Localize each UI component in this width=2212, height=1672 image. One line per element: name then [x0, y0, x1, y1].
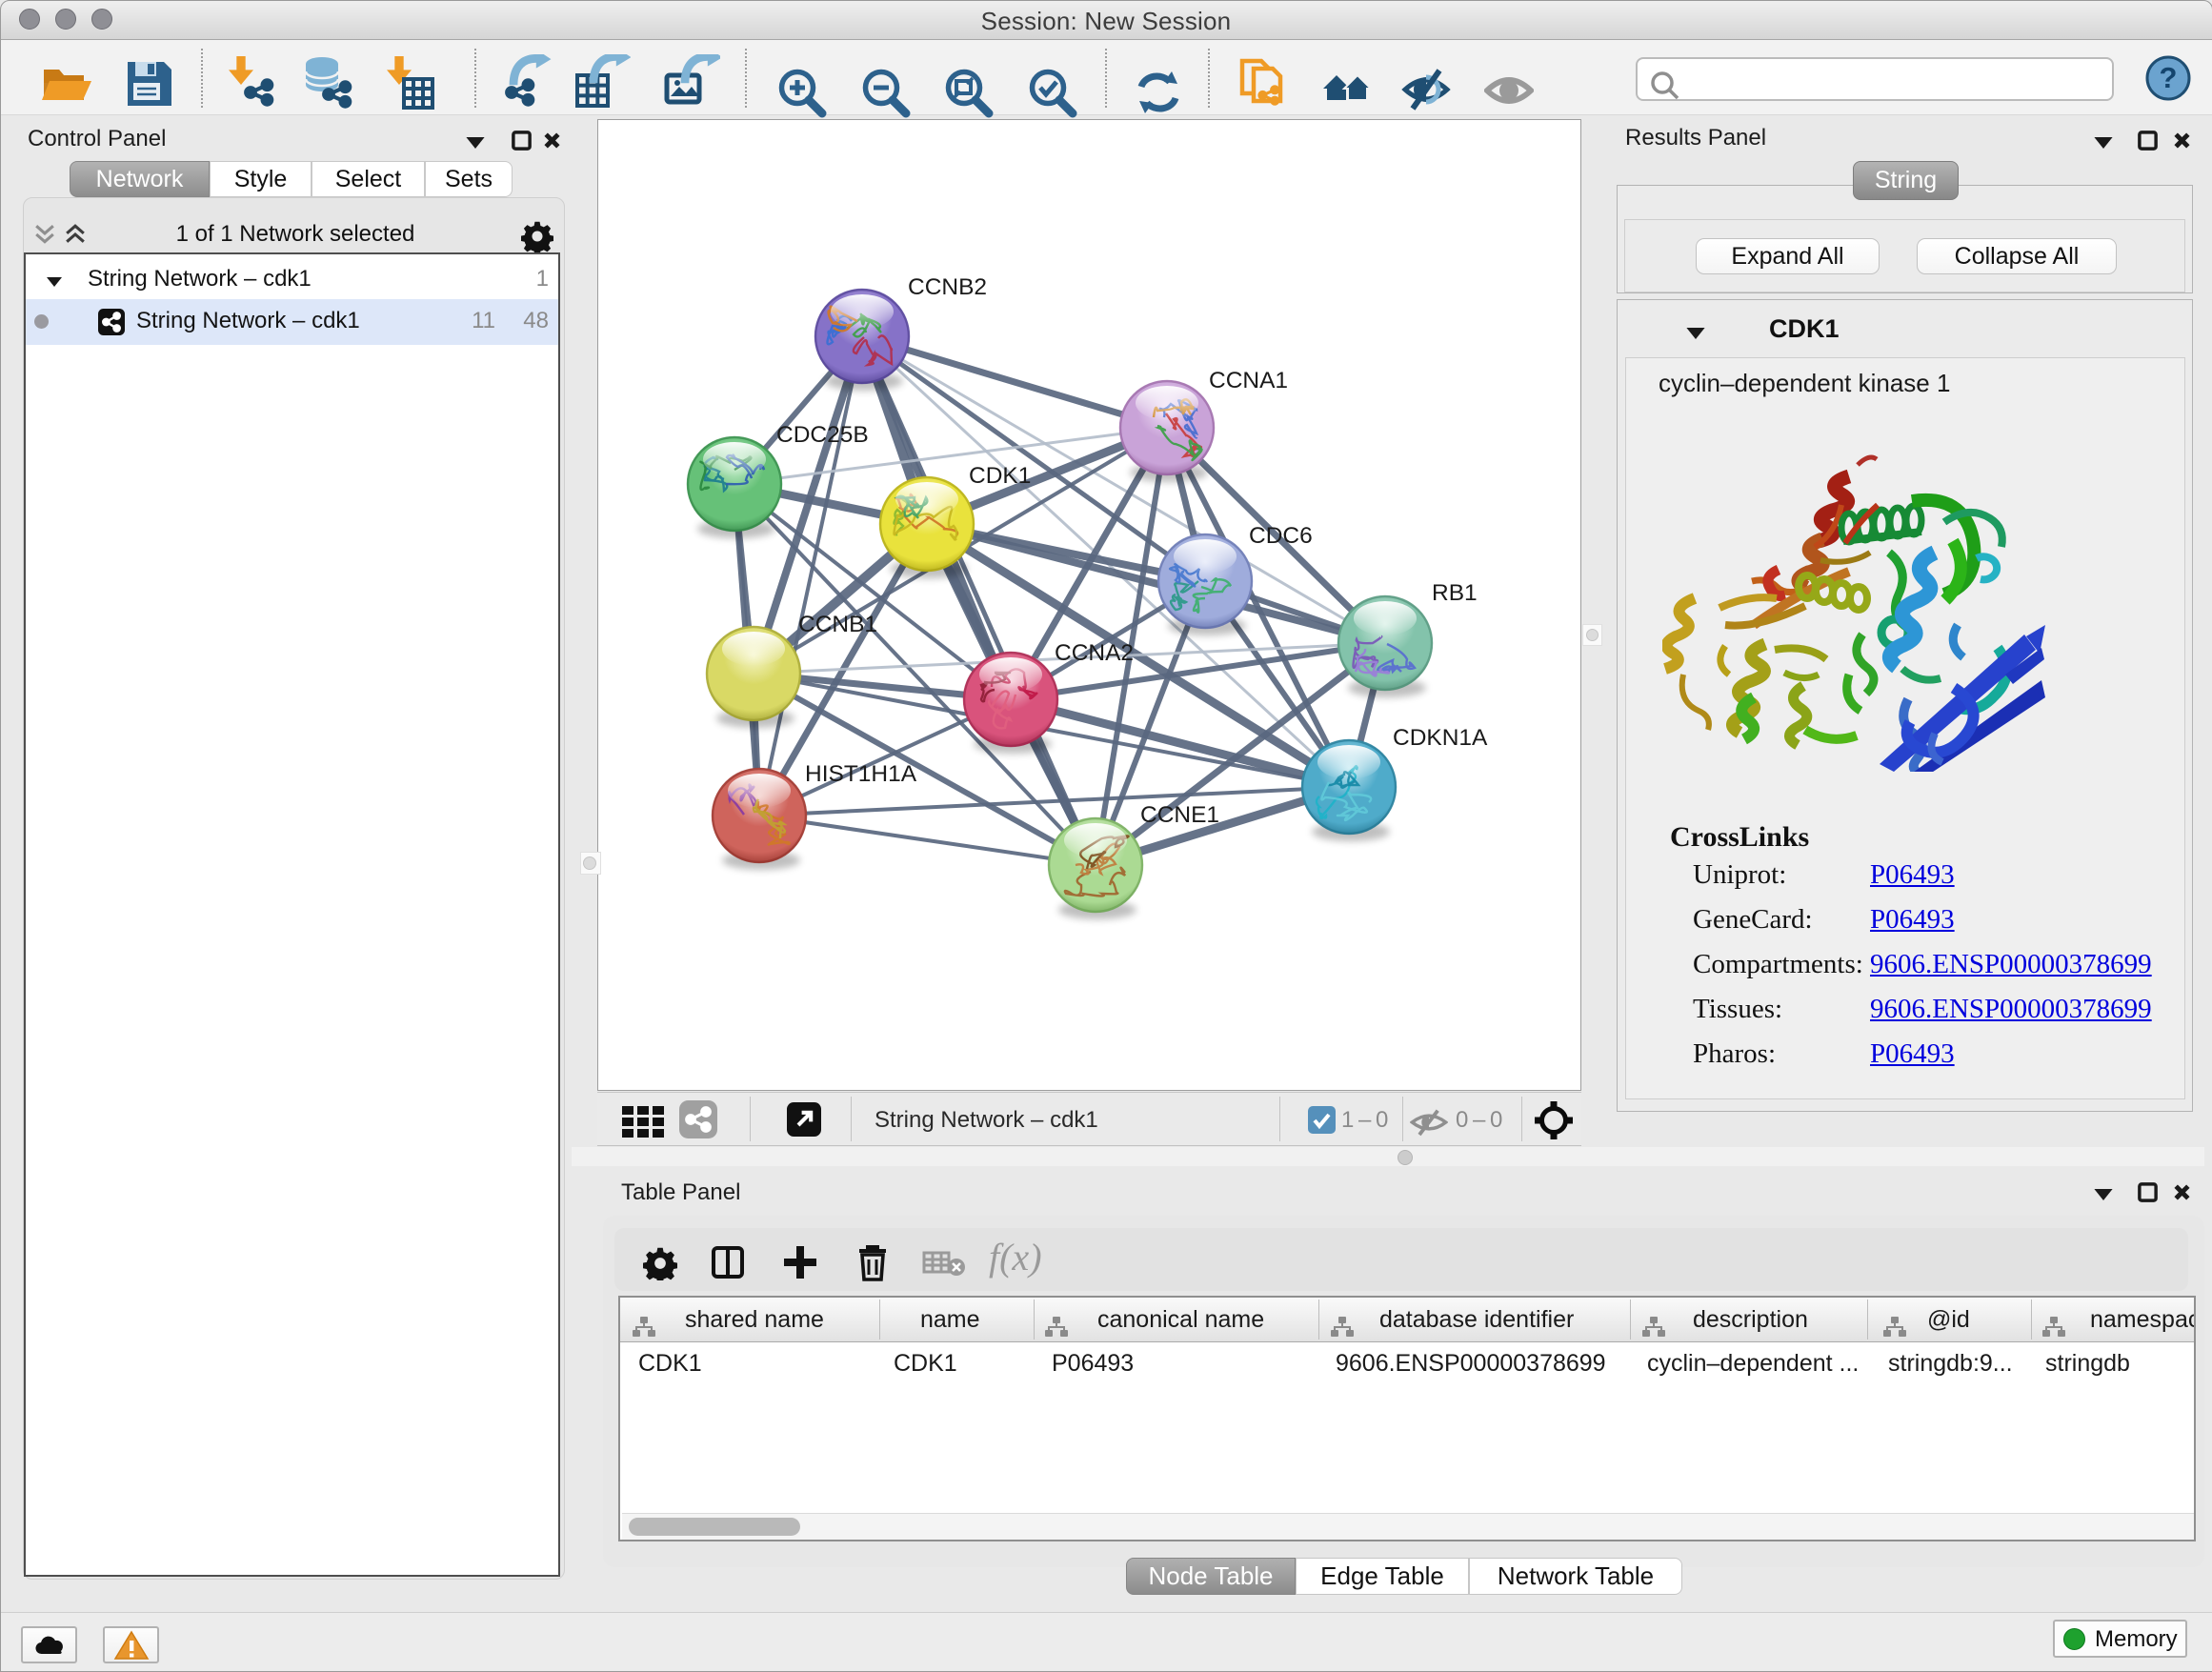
svg-text:CDC6: CDC6: [1249, 523, 1313, 549]
svg-text:CCNE1: CCNE1: [1140, 802, 1219, 828]
svg-text:CCNB2: CCNB2: [908, 274, 987, 300]
svg-text:?: ?: [2160, 61, 2178, 94]
svg-text:CDK1: CDK1: [969, 463, 1031, 489]
svg-text:RB1: RB1: [1432, 580, 1478, 606]
svg-text:CCNA1: CCNA1: [1209, 368, 1288, 393]
svg-text:CCNB1: CCNB1: [798, 612, 877, 637]
svg-text:CCNA2: CCNA2: [1055, 640, 1134, 666]
svg-text:CDC25B: CDC25B: [776, 422, 869, 448]
svg-text:HIST1H1A: HIST1H1A: [805, 761, 917, 787]
svg-text:CDKN1A: CDKN1A: [1393, 725, 1488, 751]
